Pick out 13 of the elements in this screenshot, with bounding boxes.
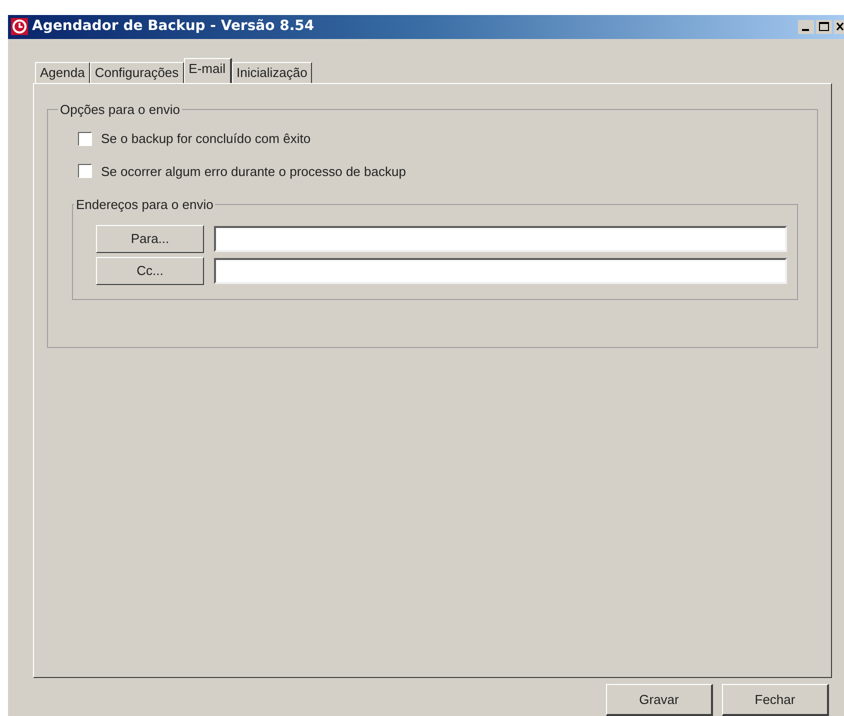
group-title: Endereços para o envio [75, 196, 214, 214]
tab[interactable]: Inicialização [232, 62, 312, 82]
tab[interactable]: Configurações [90, 62, 184, 82]
address-button[interactable]: Para... [96, 224, 204, 252]
checkbox-label: Se o backup for concluído com êxito [101, 130, 311, 148]
group-title: Opções para o envio [59, 100, 181, 119]
window-title: Agendador de Backup - Versão 8.54 [32, 17, 314, 36]
tab[interactable]: E-mail [184, 58, 232, 84]
address-button[interactable]: Cc... [96, 256, 204, 284]
tab[interactable]: Agenda [35, 62, 90, 82]
dialog-button[interactable]: Gravar [606, 684, 713, 716]
checkbox-label: Se ocorrer algum erro durante o processo de backup [101, 162, 406, 181]
dialog-button[interactable]: Fechar [722, 684, 829, 716]
